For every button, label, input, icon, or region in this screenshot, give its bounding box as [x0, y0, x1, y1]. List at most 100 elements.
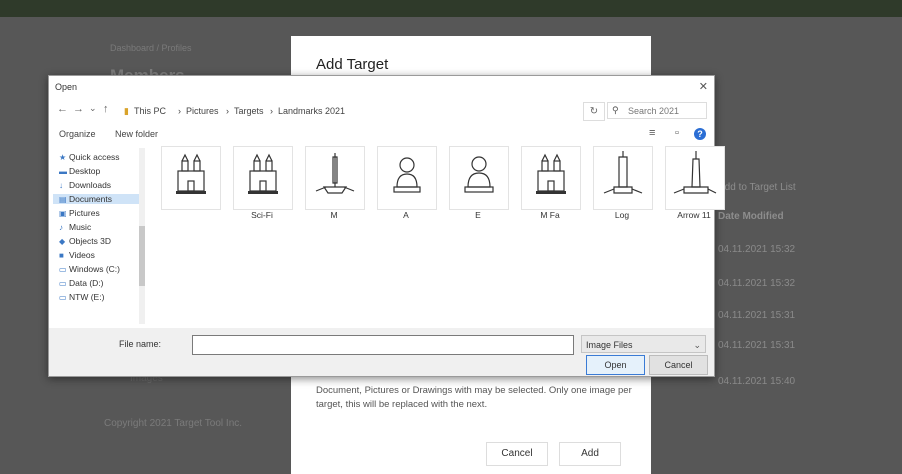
file-name: M	[330, 210, 338, 220]
bust-thumbnail	[449, 146, 509, 210]
nav-item-drive-e[interactable]: ▭ NTW (E:)	[59, 292, 104, 302]
nav-item-pictures[interactable]: ▣ Pictures	[59, 208, 100, 218]
bust-thumbnail	[377, 146, 437, 210]
file-item[interactable]: E	[449, 146, 509, 222]
chevron-down-icon[interactable]: ⌄	[89, 103, 97, 114]
file-item[interactable]	[161, 146, 221, 222]
file-name: M Fa	[540, 210, 560, 220]
file-item[interactable]: M	[305, 146, 365, 222]
dialog-footer: File name: Image Files ⌄ Open Cancel	[49, 328, 714, 376]
dialog-titlebar[interactable]: Open ✕	[49, 76, 714, 98]
table-cell-date: 04.11.2021 15:40	[718, 376, 796, 387]
add-to-list-link[interactable]: Add to Target List	[718, 182, 796, 193]
modal-title: Add Target	[316, 56, 389, 73]
file-name: E	[475, 210, 481, 220]
address-bar[interactable]: ▮ This PC › Pictures › Targets › Landmar…	[119, 102, 581, 122]
file-item[interactable]: Arrow 11	[665, 146, 725, 222]
network-icon: ▭	[59, 293, 67, 302]
file-name: A	[403, 210, 409, 220]
chevron-down-icon: ⌄	[693, 340, 701, 350]
table-cell-date: 04.11.2021 15:32	[718, 244, 796, 255]
nav-item-documents[interactable]: ▤ Documents	[53, 194, 143, 204]
top-bar	[0, 0, 902, 17]
filename-label: File name:	[119, 339, 162, 349]
path-separator-icon: ›	[270, 106, 273, 116]
nav-item-label: Quick access	[69, 152, 120, 162]
drive-icon: ▭	[59, 265, 67, 274]
nav-item-quick-access[interactable]: ★ Quick access	[59, 152, 120, 162]
back-arrow-icon[interactable]: ←	[57, 103, 68, 115]
path-separator-icon: ›	[178, 106, 181, 116]
nav-item-label: Videos	[69, 250, 95, 260]
nav-item-downloads[interactable]: ↓ Downloads	[59, 180, 111, 190]
view-options-icon[interactable]: ≡	[649, 127, 655, 139]
search-input[interactable]: Search 2021	[607, 102, 707, 119]
nav-item-desktop[interactable]: ▬ Desktop	[59, 166, 100, 176]
monument-thumbnail	[305, 146, 365, 210]
file-name: Log	[614, 210, 630, 220]
download-icon: ↓	[59, 181, 63, 190]
nav-item-label: Objects 3D	[69, 236, 112, 246]
file-item[interactable]: Sci-Fi	[233, 146, 293, 222]
path-segment[interactable]: Landmarks 2021	[278, 106, 345, 116]
nav-item-label: Data (D:)	[69, 278, 104, 288]
open-button[interactable]: Open	[586, 355, 645, 375]
path-segment[interactable]: Pictures	[186, 106, 219, 116]
nav-item-drive-d[interactable]: ▭ Data (D:)	[59, 278, 103, 288]
nav-item-objects-3d[interactable]: ◆ Objects 3D	[59, 236, 111, 246]
nav-item-label: Desktop	[69, 166, 101, 176]
file-list: Sci-Fi M A E M Fa Log Arrow 11	[149, 146, 725, 326]
up-arrow-icon[interactable]: ↑	[103, 103, 109, 115]
cube-icon: ◆	[59, 237, 66, 246]
filename-input[interactable]	[192, 335, 574, 355]
command-bar: Organize New folder ≡ ▫ ?	[49, 126, 714, 144]
nav-item-drive-c[interactable]: ▭ Windows (C:)	[59, 264, 120, 274]
tower-thumbnail	[593, 146, 653, 210]
music-icon: ♪	[59, 223, 63, 232]
file-name: Sci-Fi	[251, 210, 273, 220]
folder-icon: ▮	[124, 106, 129, 116]
drive-icon: ▭	[59, 279, 67, 288]
desktop-icon: ▬	[59, 167, 67, 176]
nav-scrollbar-thumb[interactable]	[139, 226, 145, 286]
nav-item-label: Documents	[69, 194, 112, 204]
nav-item-label: Windows (C:)	[69, 264, 121, 274]
forward-arrow-icon[interactable]: →	[73, 103, 84, 115]
path-separator-icon: ›	[226, 106, 229, 116]
organize-menu[interactable]: Organize	[59, 129, 96, 139]
cancel-button[interactable]: Cancel	[649, 355, 708, 375]
tower-thumbnail	[665, 146, 725, 210]
file-type-select[interactable]: Image Files ⌄	[581, 335, 706, 353]
file-type-label: Image Files	[586, 340, 633, 350]
modal-add-button[interactable]: Add	[559, 442, 621, 466]
building-thumbnail	[161, 146, 221, 210]
file-open-dialog: Open ✕ ← → ⌄ ↑ ▮ This PC › Pictures › Ta…	[48, 75, 725, 377]
nav-item-label: Downloads	[69, 180, 112, 190]
table-cell-date: 04.11.2021 15:31	[718, 340, 796, 351]
new-folder-button[interactable]: New folder	[115, 129, 158, 139]
nav-item-label: Music	[69, 222, 92, 232]
modal-cancel-button[interactable]: Cancel	[486, 442, 548, 466]
file-item[interactable]: M Fa	[521, 146, 581, 222]
navigation-pane: ★ Quick access ▬ Desktop ↓ Downloads ▤ Docum…	[49, 146, 143, 326]
file-item[interactable]: A	[377, 146, 437, 222]
close-icon[interactable]: ✕	[699, 80, 708, 93]
file-item[interactable]: Log	[593, 146, 653, 222]
picture-icon: ▣	[59, 209, 67, 218]
help-icon[interactable]: ?	[694, 128, 706, 140]
table-cell-date: 04.11.2021 15:32	[718, 278, 796, 289]
document-icon: ▤	[59, 195, 67, 204]
nav-item-label: Pictures	[69, 208, 100, 218]
modal-hint-text: Document, Pictures or Drawings with may …	[316, 385, 632, 410]
preview-pane-icon[interactable]: ▫	[675, 127, 679, 139]
path-segment[interactable]: Targets	[234, 106, 264, 116]
address-row: ← → ⌄ ↑ ▮ This PC › Pictures › Targets ›…	[49, 100, 714, 122]
building-thumbnail	[521, 146, 581, 210]
refresh-icon[interactable]: ↻	[583, 102, 605, 121]
star-icon: ★	[59, 153, 67, 162]
video-icon: ■	[59, 251, 64, 260]
building-thumbnail	[233, 146, 293, 210]
nav-item-music[interactable]: ♪ Music	[59, 222, 91, 232]
path-segment[interactable]: This PC	[134, 106, 166, 116]
nav-item-videos[interactable]: ■ Videos	[59, 250, 95, 260]
